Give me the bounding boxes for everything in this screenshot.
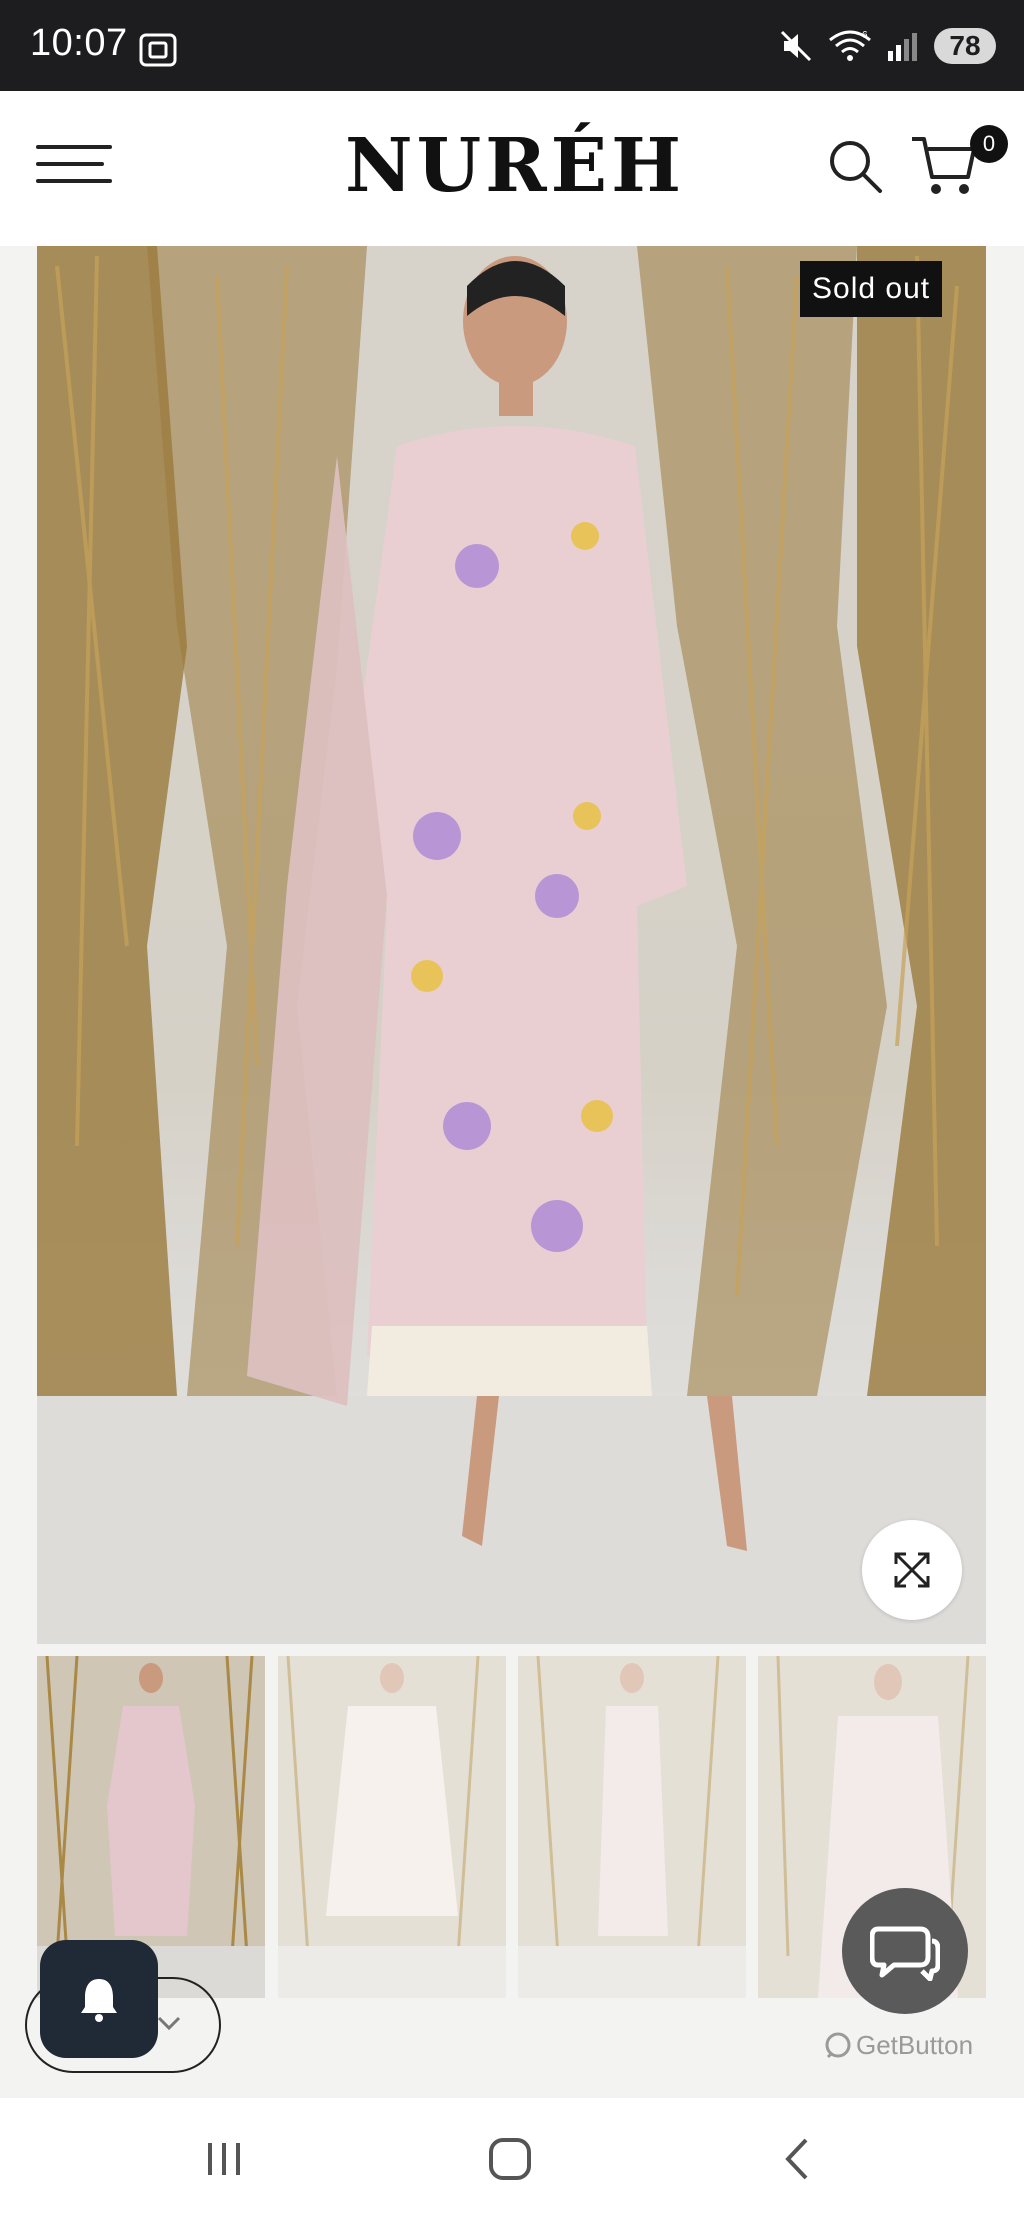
- expand-icon: [894, 1552, 930, 1588]
- bell-icon: [81, 1979, 117, 2022]
- status-time: 10:07: [30, 22, 128, 64]
- system-navigation-bar: [0, 2098, 1024, 2219]
- sold-out-badge: Sold out: [800, 261, 943, 317]
- screenshot-icon: [139, 33, 177, 67]
- recent-apps-button[interactable]: [194, 2134, 254, 2184]
- getbutton-branding-link[interactable]: GetButton: [824, 2030, 973, 2060]
- thumbnail-3[interactable]: [518, 1656, 746, 1998]
- signal-icon: [888, 33, 917, 61]
- menu-button[interactable]: [36, 143, 112, 185]
- network-sup: 6: [862, 30, 868, 41]
- getbutton-icon: [825, 2032, 851, 2059]
- site-header: NURÉH 0: [0, 91, 1024, 246]
- battery-indicator: 78: [934, 28, 996, 64]
- product-photo: [37, 246, 986, 1644]
- recent-apps-icon: [208, 2143, 240, 2175]
- wifi-icon: 6: [829, 30, 871, 61]
- thumbnail-2[interactable]: [278, 1656, 506, 1998]
- home-icon: [489, 2138, 531, 2180]
- mute-icon: [780, 30, 812, 62]
- notification-bell-button[interactable]: [40, 1940, 158, 2058]
- chat-button[interactable]: [842, 1888, 968, 2014]
- cart-count-badge: 0: [970, 125, 1008, 163]
- back-icon: [785, 2138, 808, 2180]
- status-bar: 10:07 6 78: [0, 0, 1024, 91]
- home-button[interactable]: [480, 2134, 540, 2184]
- back-button[interactable]: [768, 2134, 828, 2184]
- expand-image-button[interactable]: [862, 1520, 962, 1620]
- chat-icon: [870, 1926, 940, 1981]
- brand-logo[interactable]: NURÉH: [345, 121, 681, 211]
- status-icons: 6 78: [778, 22, 996, 70]
- chevron-down-icon: [157, 2016, 181, 2031]
- menu-icon: [36, 145, 112, 149]
- cart-button[interactable]: 0: [910, 125, 1008, 199]
- getbutton-label: GetButton: [856, 2029, 974, 2060]
- search-icon[interactable]: [826, 137, 884, 195]
- product-main-image[interactable]: [37, 246, 986, 1644]
